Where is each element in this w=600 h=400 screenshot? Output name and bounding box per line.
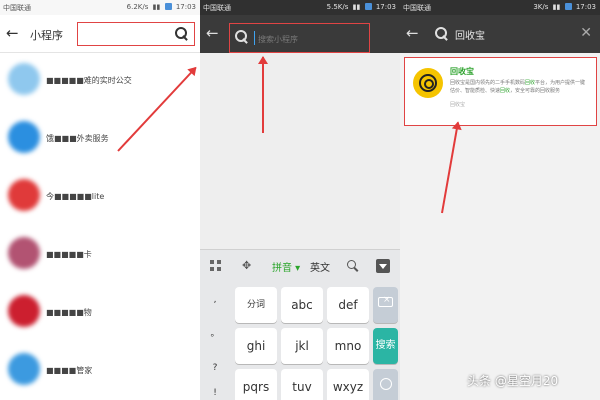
result-title: 回收宝 bbox=[450, 67, 474, 76]
keyboard-search-toggle[interactable] bbox=[347, 260, 359, 275]
clear-icon[interactable]: ✕ bbox=[580, 25, 592, 41]
emoji-key[interactable] bbox=[373, 369, 398, 400]
back-arrow-icon[interactable]: ← bbox=[6, 24, 19, 42]
search-bar: ← 回收宝 ✕ bbox=[400, 15, 600, 53]
list-item[interactable]: ■■■■■难的实时公交 bbox=[0, 53, 200, 111]
avatar bbox=[8, 121, 40, 153]
list-item-label: ■■■■■卡 bbox=[46, 250, 92, 259]
punctuation-key[interactable]: ! bbox=[203, 386, 227, 400]
key-pqrs[interactable]: pqrs bbox=[235, 369, 277, 400]
clock: 17:03 bbox=[375, 3, 396, 11]
cursor-move-icon[interactable]: ✥ bbox=[242, 259, 251, 272]
search-result-card[interactable]: 回收宝 回收宝是国内领先的二手手机数码回收平台，为用户提供一键估价、智能质检、快… bbox=[404, 57, 597, 126]
list-item-label: 饿■■■外卖服务 bbox=[46, 134, 109, 143]
search-input[interactable]: 回收宝 bbox=[455, 27, 485, 42]
list-item-label: ■■■■■难的实时公交 bbox=[46, 76, 132, 85]
collapse-keyboard-icon[interactable] bbox=[376, 259, 390, 273]
key-abc[interactable]: abc bbox=[281, 287, 323, 323]
search-icon bbox=[347, 260, 359, 272]
network-speed: 5.5K/s bbox=[326, 3, 349, 11]
avatar bbox=[8, 295, 40, 327]
list-item[interactable]: 饿■■■外卖服务 bbox=[0, 111, 200, 169]
app-bar: ← 小程序 bbox=[0, 15, 200, 53]
clock: 17:03 bbox=[575, 3, 596, 11]
signal-icon: ▮▮ bbox=[552, 3, 561, 11]
result-description: 回收宝是国内领先的二手手机数码回收平台，为用户提供一键估价、智能质检、快速回收，… bbox=[450, 80, 586, 94]
avatar bbox=[8, 63, 40, 95]
clock: 17:03 bbox=[175, 3, 196, 11]
key-tuv[interactable]: tuv bbox=[281, 369, 323, 400]
ime-keyboard: ✥ 拼音 ▾ 英文 , 。 ? ! 分词 abc def ghi jkl mno… bbox=[200, 249, 400, 400]
recycle-logo-icon bbox=[413, 68, 443, 98]
key-def[interactable]: def bbox=[327, 287, 369, 323]
search-input-placeholder[interactable]: 搜索小程序 bbox=[258, 34, 298, 45]
annotation-arrow bbox=[262, 57, 264, 133]
search-icon bbox=[235, 30, 249, 44]
search-bar: ← 搜索小程序 bbox=[200, 15, 400, 53]
network-speed: 6.2K/s bbox=[126, 3, 149, 11]
pinyin-label: 拼音 bbox=[272, 263, 292, 274]
emoji-icon bbox=[379, 378, 392, 390]
app-notification-icon bbox=[364, 3, 372, 10]
key-jkl[interactable]: jkl bbox=[281, 328, 323, 364]
watermark: 头条 @星空月20 bbox=[467, 374, 559, 388]
key-mno[interactable]: mno bbox=[327, 328, 369, 364]
status-bar: 中国联通 6.2K/s ▮▮ 17:03 bbox=[0, 0, 200, 15]
mini-program-list: ■■■■■难的实时公交 饿■■■外卖服务 今■■■■■lite ■■■■■卡 ■… bbox=[0, 53, 200, 400]
english-mode-toggle[interactable]: 英文 bbox=[310, 259, 330, 274]
list-item[interactable]: 今■■■■■lite bbox=[0, 169, 200, 227]
keyboard-toolbar: ✥ 拼音 ▾ 英文 bbox=[200, 250, 400, 282]
mini-program-list-screen: 中国联通 6.2K/s ▮▮ 17:03 ← 小程序 ■■■■■难的实时公交 饿… bbox=[0, 0, 200, 400]
text-cursor bbox=[254, 31, 255, 45]
key-ghi[interactable]: ghi bbox=[235, 328, 277, 364]
page-title: 小程序 bbox=[30, 29, 63, 42]
avatar bbox=[8, 353, 40, 385]
search-icon bbox=[435, 27, 449, 41]
search-results-screen: 中国联通 3K/s ▮▮ 17:03 ← 回收宝 ✕ 回收宝 回收宝是国内领先的… bbox=[400, 0, 600, 400]
signal-icon: ▮▮ bbox=[152, 3, 161, 11]
list-item-label: ■■■■管家 bbox=[46, 366, 93, 375]
search-input-screen: 中国联通 5.5K/s ▮▮ 17:03 ← 搜索小程序 ✥ 拼音 ▾ 英文 ,… bbox=[200, 0, 400, 400]
list-item[interactable]: ■■■■■物 bbox=[0, 285, 200, 343]
list-item-label: 今■■■■■lite bbox=[46, 192, 105, 201]
back-arrow-icon[interactable]: ← bbox=[206, 24, 219, 42]
back-arrow-icon[interactable]: ← bbox=[406, 24, 419, 42]
avatar bbox=[8, 237, 40, 269]
search-key[interactable]: 搜索 bbox=[373, 328, 398, 364]
app-notification-icon bbox=[164, 3, 172, 10]
avatar bbox=[8, 179, 40, 211]
result-footer: 回收宝 bbox=[450, 102, 466, 108]
punctuation-key[interactable]: , bbox=[203, 288, 227, 312]
key-fenci[interactable]: 分词 bbox=[235, 287, 277, 323]
grid-menu-icon[interactable] bbox=[210, 260, 221, 271]
key-wxyz[interactable]: wxyz bbox=[327, 369, 369, 400]
carrier-label: 中国联通 bbox=[403, 4, 431, 12]
search-field-highlight[interactable]: 搜索小程序 bbox=[229, 23, 370, 53]
annotation-arrow bbox=[441, 122, 459, 214]
search-button-highlight[interactable] bbox=[77, 22, 195, 46]
list-item-label: ■■■■■物 bbox=[46, 308, 92, 317]
network-speed: 3K/s bbox=[533, 3, 549, 11]
carrier-label: 中国联通 bbox=[203, 4, 231, 12]
carrier-label: 中国联通 bbox=[3, 4, 31, 12]
list-item[interactable]: ■■■■■卡 bbox=[0, 227, 200, 285]
delete-key[interactable] bbox=[373, 287, 398, 323]
app-notification-icon bbox=[564, 3, 572, 10]
status-bar: 中国联通 5.5K/s ▮▮ 17:03 bbox=[200, 0, 400, 15]
search-icon[interactable] bbox=[175, 27, 189, 41]
list-item[interactable]: ■■■■管家 bbox=[0, 343, 200, 400]
status-bar: 中国联通 3K/s ▮▮ 17:03 bbox=[400, 0, 600, 15]
backspace-icon bbox=[378, 295, 393, 307]
pinyin-mode-toggle[interactable]: 拼音 ▾ bbox=[272, 259, 300, 274]
punctuation-key[interactable]: ? bbox=[203, 356, 227, 380]
signal-icon: ▮▮ bbox=[352, 3, 361, 11]
punctuation-key[interactable]: 。 bbox=[203, 322, 227, 346]
